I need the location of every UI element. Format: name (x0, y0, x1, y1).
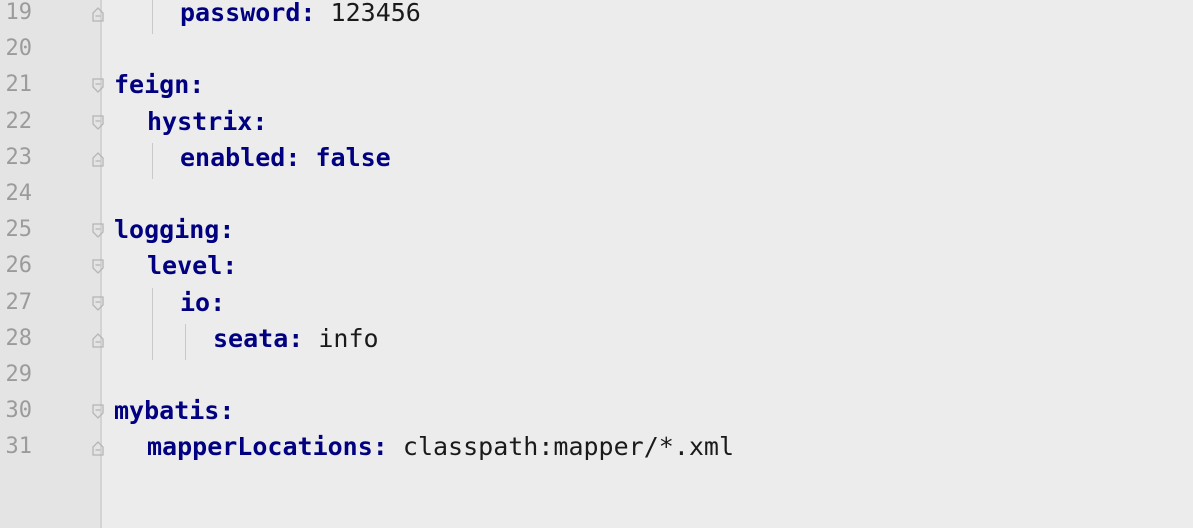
line-number: 25 (5, 217, 33, 243)
line-number: 23 (5, 144, 33, 170)
code-line[interactable]: 26 level: (0, 251, 1193, 287)
indent-guide (152, 142, 153, 179)
yaml-value: 123456 (315, 0, 421, 27)
yaml-colon: : (288, 323, 304, 353)
code-text: password: 123456 (180, 0, 421, 34)
yaml-key: level (147, 251, 223, 281)
fold-end-icon[interactable] (91, 4, 105, 24)
line-number: 26 (5, 253, 33, 279)
code-line[interactable]: 29 (0, 360, 1193, 396)
code-line[interactable]: 28 seata: info (0, 323, 1193, 360)
fold-collapse-icon[interactable] (91, 221, 105, 241)
yaml-colon: : (189, 70, 205, 100)
line-number: 29 (5, 362, 33, 387)
yaml-key: mybatis (114, 396, 220, 426)
yaml-key: feign (114, 70, 190, 100)
yaml-colon: : (372, 432, 388, 462)
fold-collapse-icon[interactable] (91, 76, 105, 96)
code-text: io: (180, 288, 225, 324)
yaml-colon: : (285, 142, 301, 172)
code-text: mapperLocations: classpath:mapper/*.xml (147, 432, 734, 468)
line-number: 31 (5, 434, 33, 460)
yaml-key: mapperLocations (147, 432, 373, 462)
yaml-key: logging (114, 215, 220, 245)
indent-guide (185, 323, 186, 360)
yaml-value: info (303, 323, 379, 353)
line-number: 27 (5, 289, 33, 315)
yaml-key: password (180, 0, 301, 27)
fold-collapse-icon[interactable] (91, 294, 105, 314)
line-number: 20 (5, 36, 33, 62)
yaml-key: io (180, 287, 211, 317)
line-number: 19 (5, 0, 33, 25)
yaml-key: seata (213, 323, 289, 353)
line-number: 21 (5, 72, 33, 98)
code-line[interactable]: 24 (0, 179, 1193, 215)
code-line[interactable]: 19 password: 123456 (0, 0, 1193, 35)
fold-collapse-icon[interactable] (91, 402, 105, 422)
code-line[interactable]: 23 enabled: false (0, 142, 1193, 179)
code-line[interactable]: 27 io: (0, 287, 1193, 324)
code-text: hystrix: (147, 107, 267, 143)
fold-collapse-icon[interactable] (91, 257, 105, 277)
code-editor[interactable]: 19 password: 123456 20 21 feign: 22 hystrix: 23… (0, 0, 1193, 528)
line-number: 28 (5, 325, 33, 351)
code-line[interactable]: 30 mybatis: (0, 396, 1193, 432)
fold-collapse-icon[interactable] (91, 113, 105, 133)
code-line[interactable]: 31 mapperLocations: classpath:mapper/*.xm… (0, 432, 1193, 468)
fold-end-icon[interactable] (91, 330, 105, 350)
indent-guide (152, 287, 153, 324)
yaml-colon: : (210, 287, 226, 317)
yaml-value: false (300, 142, 391, 172)
yaml-colon: : (300, 0, 316, 27)
code-line[interactable]: 25 logging: (0, 215, 1193, 251)
code-line[interactable]: 20 (0, 34, 1193, 70)
indent-guide (152, 323, 153, 360)
line-number: 22 (5, 108, 33, 134)
indent-guide (152, 0, 153, 35)
yaml-colon: : (252, 106, 268, 136)
yaml-colon: : (219, 215, 235, 245)
code-line[interactable]: 22 hystrix: (0, 107, 1193, 143)
code-text: feign: (114, 70, 204, 106)
yaml-key: hystrix (147, 106, 253, 136)
yaml-value: classpath:mapper/*.xml (387, 432, 735, 462)
yaml-key: enabled (180, 142, 286, 172)
code-text: seata: info (213, 324, 379, 360)
fold-end-icon[interactable] (91, 438, 105, 458)
code-text: mybatis: (114, 396, 234, 432)
yaml-colon: : (219, 396, 235, 426)
code-line[interactable]: 21 feign: (0, 70, 1193, 106)
code-text: logging: (114, 215, 234, 251)
fold-end-icon[interactable] (91, 149, 105, 169)
code-text: enabled: false (180, 143, 391, 179)
line-number: 30 (5, 398, 33, 424)
line-number: 24 (5, 181, 33, 206)
yaml-colon: : (222, 251, 238, 281)
code-text: level: (147, 251, 237, 287)
